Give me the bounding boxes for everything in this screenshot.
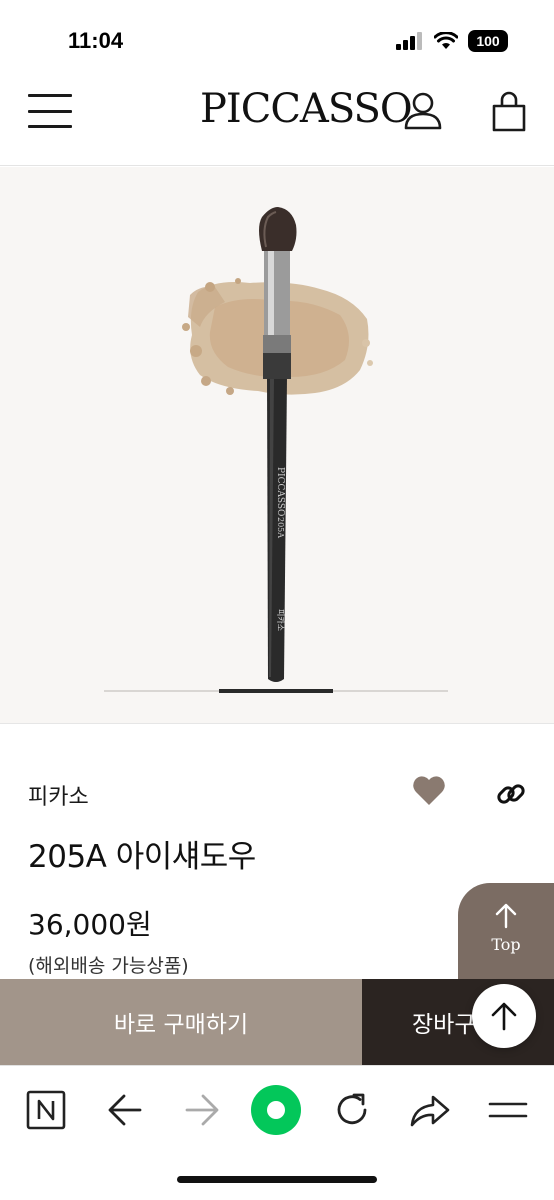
product-gallery[interactable]: PICCASSO 205A 피카소 [0,167,554,724]
browser-menu-button[interactable] [486,1088,530,1132]
signal-icon [396,32,422,50]
forward-button[interactable] [180,1088,224,1132]
naver-n-button[interactable] [24,1088,68,1132]
forward-arrow-icon [185,1094,219,1126]
green-home-icon [251,1085,301,1135]
buy-now-button[interactable]: 바로 구매하기 [0,979,362,1065]
menu-line [28,94,72,97]
menu-line [28,125,72,128]
browser-toolbar [0,1065,554,1200]
home-indicator[interactable] [177,1176,377,1183]
green-home-button[interactable] [250,1084,302,1136]
heart-icon[interactable] [412,775,446,807]
back-button[interactable] [103,1088,147,1132]
hamburger-menu-button[interactable] [28,94,72,128]
brush-print-brand: PICCASSO [275,467,285,516]
brush-print-model: 205A [276,517,285,538]
product-price: 36,000원 [28,908,152,941]
product-brand[interactable]: 피카소 [28,779,89,811]
naver-n-icon [26,1090,66,1130]
arrow-up-icon [495,903,517,929]
top-tab-label: Top [491,935,521,954]
share-button[interactable] [408,1088,452,1132]
product-image[interactable]: PICCASSO 205A 피카소 [0,167,554,687]
status-bar: 11:04 100 [0,0,554,80]
share-icon [410,1095,450,1127]
shipping-note: (해외배송 가능상품) [28,955,189,977]
user-account-icon[interactable] [402,90,444,132]
gallery-pager-indicator [219,689,333,693]
brush: PICCASSO 205A 피카소 [259,207,297,682]
site-header: PICCASSO [0,80,554,166]
back-arrow-icon [108,1094,142,1126]
menu-line [28,109,72,113]
shopping-bag-icon[interactable] [490,90,528,134]
purchase-bar: 바로 구매하기 장바구니 [0,979,554,1065]
scroll-to-top-button[interactable] [472,984,536,1048]
brush-print-korean: 피카소 [276,609,285,631]
reload-button[interactable] [330,1088,374,1132]
status-time: 11:04 [68,28,124,53]
brand-logo[interactable]: PICCASSO [200,86,413,132]
product-name: 205A 아이섀도우 [28,839,256,875]
menu-icon [488,1102,528,1118]
top-tab-button[interactable]: Top [458,883,554,983]
status-icons: 100 [396,30,508,52]
wifi-icon [434,32,458,49]
battery-icon: 100 [468,30,508,52]
link-icon[interactable] [496,779,526,809]
reload-icon [337,1093,367,1125]
arrow-up-icon [491,1002,517,1031]
